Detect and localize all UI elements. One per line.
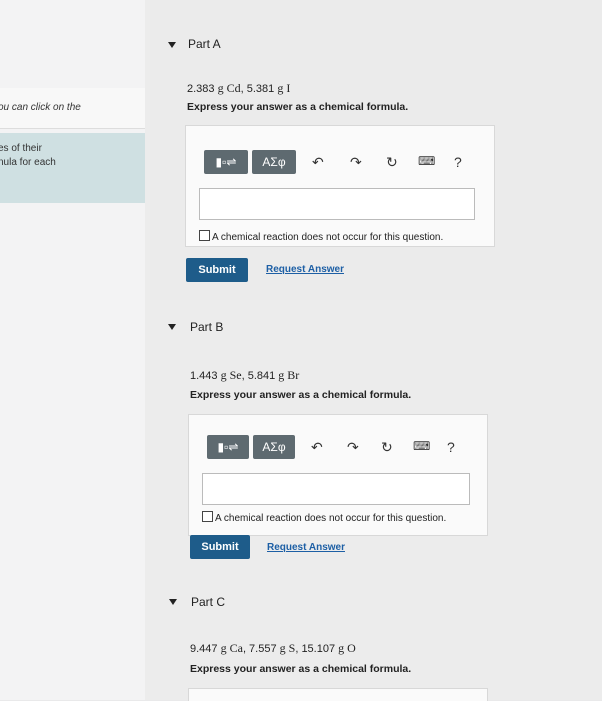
answer-input[interactable]	[202, 473, 470, 505]
symbols-button[interactable]: ΑΣφ	[253, 435, 295, 459]
checkbox-icon[interactable]	[199, 230, 210, 241]
part-a-instruction: Express your answer as a chemical formul…	[187, 101, 409, 113]
part-b-question: 1.443 g Se, 5.841 g Br	[190, 368, 300, 382]
submit-button[interactable]: Submit	[190, 535, 250, 559]
keyboard-icon[interactable]: ⌨	[413, 439, 430, 453]
part-b-instruction: Express your answer as a chemical formul…	[190, 389, 412, 401]
collapse-caret-icon[interactable]	[168, 324, 176, 330]
help-button[interactable]: ?	[447, 439, 455, 455]
answer-input[interactable]	[199, 188, 475, 220]
no-reaction-checkbox[interactable]: A chemical reaction does not occur for t…	[202, 511, 446, 524]
part-c-answer-panel	[188, 688, 488, 701]
reset-icon[interactable]: ↻	[386, 154, 398, 171]
part-b-answer-panel: ▮▫⇌ ΑΣφ ↶ ↷ ↻ ⌨ ? A chemical reaction do…	[188, 414, 488, 536]
instructions-sidebar: ou can click on the es of their nula for…	[0, 0, 145, 700]
no-reaction-checkbox[interactable]: A chemical reaction does not occur for t…	[199, 230, 443, 243]
hint-text-line-2: nula for each	[0, 157, 56, 168]
undo-icon[interactable]: ↶	[311, 439, 323, 456]
hint-panel: ou can click on the	[0, 88, 145, 129]
reset-icon[interactable]: ↻	[381, 439, 393, 456]
part-c-question: 9.447 g Ca, 7.557 g S, 15.107 g O	[190, 641, 356, 655]
request-answer-link[interactable]: Request Answer	[266, 264, 344, 275]
redo-icon[interactable]: ↷	[350, 154, 362, 171]
part-c-title: Part C	[191, 595, 226, 609]
help-button[interactable]: ?	[454, 154, 462, 170]
undo-icon[interactable]: ↶	[312, 154, 324, 171]
submit-button[interactable]: Submit	[186, 258, 248, 282]
collapse-caret-icon[interactable]	[169, 599, 177, 605]
template-icon[interactable]: ▮▫⇌	[207, 435, 249, 459]
symbols-button[interactable]: ΑΣφ	[252, 150, 296, 174]
math-toolbar: ▮▫⇌ ΑΣφ ↶ ↷ ↻ ⌨ ?	[204, 150, 484, 174]
request-answer-link[interactable]: Request Answer	[267, 542, 345, 553]
part-a-title: Part A	[188, 37, 221, 51]
math-toolbar: ▮▫⇌ ΑΣφ ↶ ↷ ↻ ⌨ ?	[207, 435, 477, 459]
part-a-question: 2.383 g Cd, 5.381 g I	[187, 81, 291, 95]
hint-text-line-1: es of their	[0, 143, 42, 154]
keyboard-icon[interactable]: ⌨	[418, 154, 435, 168]
collapse-caret-icon[interactable]	[168, 42, 176, 48]
part-b-title: Part B	[190, 320, 224, 334]
redo-icon[interactable]: ↷	[347, 439, 359, 456]
hint-text: ou can click on the	[0, 102, 81, 113]
part-a-answer-panel: ▮▫⇌ ΑΣφ ↶ ↷ ↻ ⌨ ? A chemical reaction do…	[185, 125, 495, 247]
part-c-instruction: Express your answer as a chemical formul…	[190, 663, 412, 675]
checkbox-icon[interactable]	[202, 511, 213, 522]
template-icon[interactable]: ▮▫⇌	[204, 150, 248, 174]
hint-panel-highlighted: es of their nula for each	[0, 133, 145, 203]
